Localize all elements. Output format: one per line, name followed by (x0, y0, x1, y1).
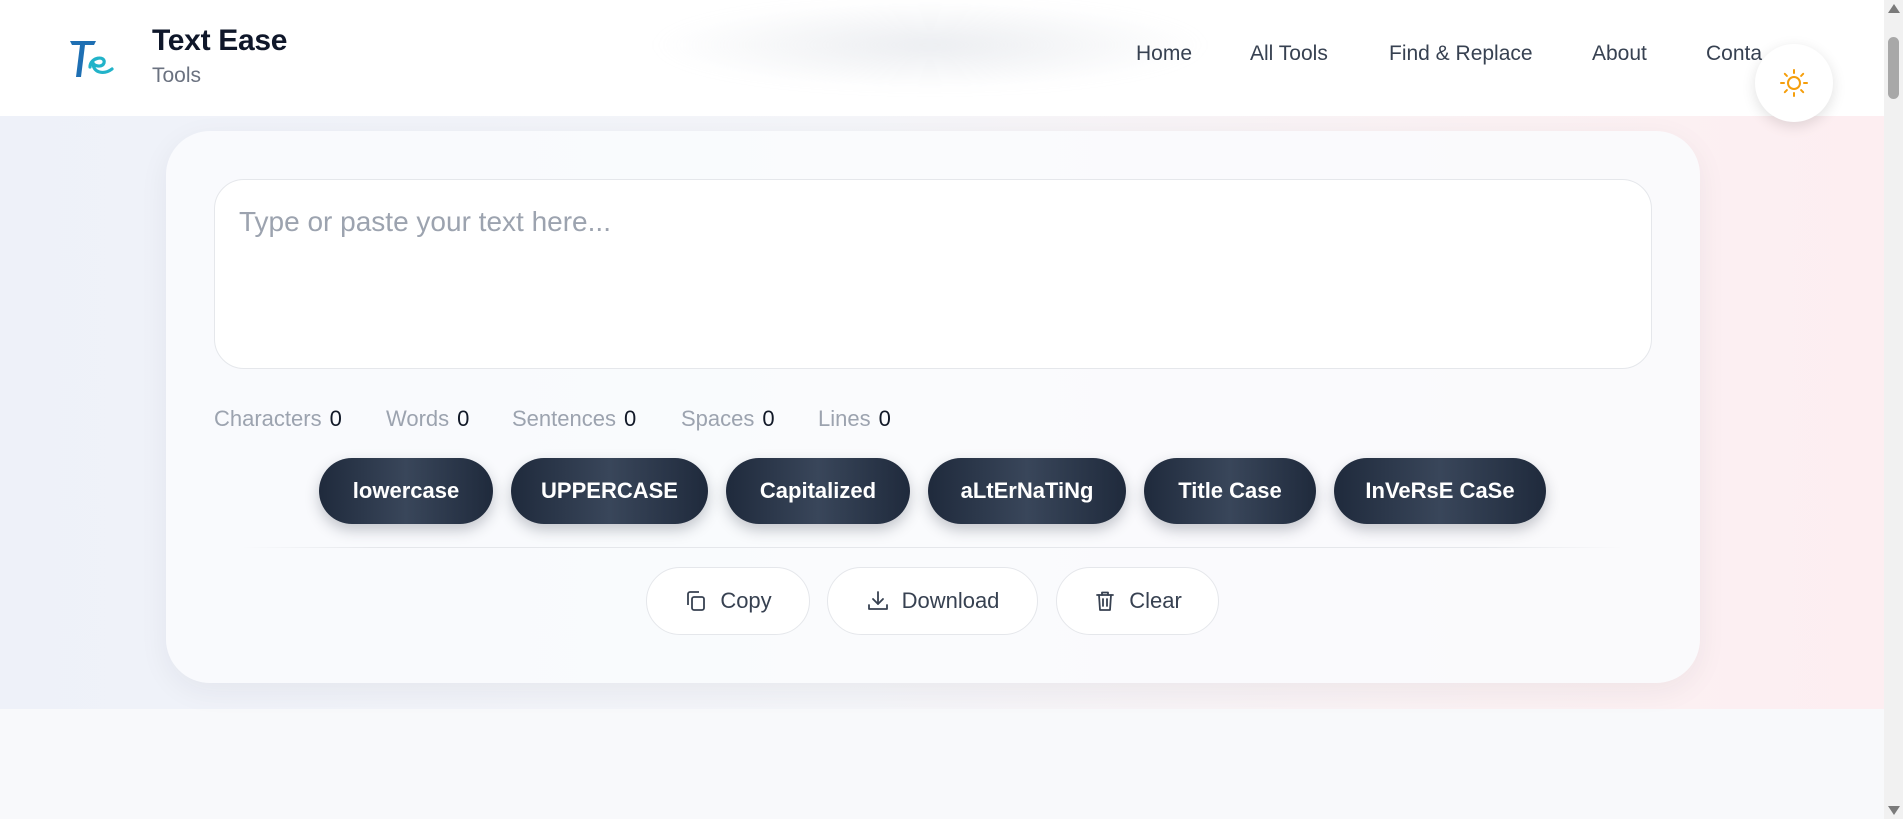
stat-words: Words 0 (386, 406, 470, 431)
divider (242, 547, 1624, 548)
text-input[interactable] (214, 179, 1652, 369)
stat-spaces: Spaces 0 (681, 406, 775, 431)
title-case-button[interactable]: Title Case (1144, 458, 1316, 524)
te-monogram-logo[interactable] (66, 33, 116, 83)
stat-characters: Characters 0 (214, 406, 342, 431)
scroll-thumb[interactable] (1888, 37, 1899, 99)
page: Text Ease Tools Home All Tools Find & Re… (0, 0, 1903, 819)
lower-background (0, 709, 1884, 819)
text-tool-card: Characters0 Words0 Sentences0 Spaces0 Li… (166, 131, 1700, 683)
clear-button[interactable]: Clear (1056, 567, 1219, 635)
brand-subtitle: Tools (152, 64, 202, 87)
inverse-case-button[interactable]: InVeRsE CaSe (1334, 458, 1546, 524)
page-scrollbar[interactable] (1884, 0, 1903, 819)
alternating-button[interactable]: aLtErNaTiNg (928, 458, 1126, 524)
download-label: Download (901, 588, 1000, 613)
copy-label: Copy (720, 588, 772, 613)
nav-all-tools[interactable]: All Tools (1250, 42, 1328, 66)
trash-icon (1096, 591, 1115, 611)
stat-sentences: Sentences 0 (512, 406, 637, 431)
nav-about[interactable]: About (1592, 42, 1647, 66)
copy-icon (687, 591, 706, 611)
scroll-down-arrow[interactable] (1888, 806, 1900, 815)
nav-find-replace[interactable]: Find & Replace (1389, 42, 1533, 66)
clear-label: Clear (1129, 588, 1182, 613)
stat-lines: Lines 0 (818, 406, 891, 431)
site-header: Text Ease Tools Home All Tools Find & Re… (0, 0, 1884, 116)
uppercase-button[interactable]: UPPERCASE (511, 458, 708, 524)
scroll-up-arrow[interactable] (1888, 4, 1900, 13)
case-buttons: lowercase UPPERCASE Capitalized aLtErNaT… (166, 458, 1700, 524)
lowercase-button[interactable]: lowercase (319, 458, 493, 524)
brand-title[interactable]: Text Ease (152, 24, 287, 58)
capitalized-button[interactable]: Capitalized (726, 458, 910, 524)
header-decoration (650, 0, 1210, 90)
nav-home[interactable]: Home (1136, 42, 1192, 66)
download-icon (867, 591, 888, 610)
download-button[interactable]: Download (827, 567, 1038, 635)
theme-toggle-button[interactable] (1755, 44, 1833, 122)
sun-icon (1780, 69, 1808, 97)
copy-button[interactable]: Copy (646, 567, 810, 635)
